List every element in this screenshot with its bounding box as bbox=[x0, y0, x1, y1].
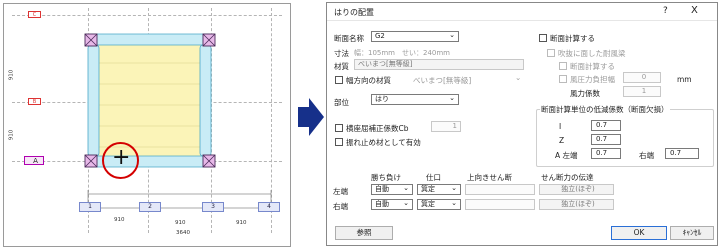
width-material-label: 幅方向の材質 bbox=[346, 76, 391, 85]
member-label: 部位 bbox=[334, 98, 349, 107]
a-left-input[interactable]: 0.7 bbox=[591, 148, 621, 159]
right-joint-value: 箕定 bbox=[421, 200, 435, 208]
dimension-label: 寸法 bbox=[334, 49, 349, 58]
chevron-down-icon: ⌄ bbox=[449, 94, 455, 102]
dialog-titlebar: はりの配置 ? X bbox=[327, 3, 717, 21]
help-button[interactable]: ? bbox=[663, 6, 668, 16]
right-arrow-icon bbox=[298, 98, 324, 136]
chevron-down-icon: ⌄ bbox=[451, 184, 457, 192]
right-win-lose-value: 自動 bbox=[375, 200, 389, 208]
right-joint-select[interactable]: 箕定 ⌄ bbox=[417, 199, 461, 210]
buckling-input[interactable]: 1 bbox=[431, 121, 461, 132]
dialog-title: はりの配置 bbox=[334, 8, 374, 17]
left-joint-value: 箕定 bbox=[421, 185, 435, 193]
reduction-group-label: 断面計算単位の低減係数（断面欠損） bbox=[540, 104, 670, 115]
i-input[interactable]: 0.7 bbox=[591, 120, 621, 131]
section-calc-label: 断面計算する bbox=[550, 34, 595, 43]
wind-coef-input[interactable]: 1 bbox=[623, 86, 661, 97]
stopper-checkbox[interactable] bbox=[335, 138, 343, 146]
a-right-label: 右端 bbox=[639, 151, 654, 160]
section-calc-checkbox[interactable] bbox=[539, 34, 547, 42]
plan-view[interactable]: C B A 910 910 + 1 2 3 4 910 910 910 3640 bbox=[3, 3, 291, 247]
close-button[interactable]: X bbox=[691, 5, 698, 16]
chevron-down-icon: ⌄ bbox=[449, 31, 455, 39]
col-tag-4[interactable]: 4 bbox=[258, 202, 280, 212]
stopper-label: 振れ止め材として有効 bbox=[346, 138, 421, 147]
dim-total: 3640 bbox=[176, 230, 190, 236]
wind-calc-label: 断面計算する bbox=[570, 62, 615, 71]
left-win-lose-select[interactable]: 自動 ⌄ bbox=[371, 184, 413, 195]
section-name-select[interactable]: G2 ⌄ bbox=[371, 31, 459, 42]
beam-placement-dialog: はりの配置 ? X 断面名称 G2 ⌄ 寸法 幅：105mm せい：240mm 材… bbox=[326, 2, 718, 246]
buckling-label: 横座屈補正係数Cb bbox=[346, 124, 409, 133]
left-shear-up-input[interactable] bbox=[465, 184, 535, 195]
chevron-down-icon: ⌄ bbox=[515, 73, 522, 82]
chevron-down-icon: ⌄ bbox=[403, 184, 409, 192]
wind-width-unit: mm bbox=[677, 75, 692, 84]
width-material-checkbox[interactable] bbox=[335, 76, 343, 84]
section-name-label: 断面名称 bbox=[334, 34, 364, 43]
crosshair-cursor-icon: + bbox=[112, 145, 131, 170]
col-tag-1[interactable]: 1 bbox=[79, 202, 101, 212]
chevron-down-icon: ⌄ bbox=[403, 199, 409, 207]
wind-beam-label: 吹抜に面した耐風梁 bbox=[558, 49, 626, 58]
dim-bottom-1: 910 bbox=[114, 217, 125, 223]
dim-bottom-3: 910 bbox=[236, 220, 247, 226]
row-right-end-label: 右端 bbox=[333, 202, 348, 211]
wind-coef-label: 風力係数 bbox=[570, 89, 600, 98]
dimension-value: 幅：105mm せい：240mm bbox=[354, 49, 450, 57]
ok-button[interactable]: OK bbox=[611, 226, 667, 240]
member-value: はり bbox=[375, 95, 389, 103]
col-tag-2[interactable]: 2 bbox=[139, 202, 161, 212]
width-material-value: べいまつ[無等級] bbox=[413, 76, 472, 85]
z-input[interactable]: 0.7 bbox=[591, 134, 621, 145]
wind-calc-checkbox[interactable] bbox=[559, 62, 567, 70]
reference-button[interactable]: 参照 bbox=[335, 226, 393, 240]
header-transfer: せん断力の伝達 bbox=[541, 173, 594, 182]
a-right-input[interactable]: 0.7 bbox=[665, 148, 699, 159]
left-win-lose-value: 自動 bbox=[375, 185, 389, 193]
left-transfer-field: 独立(ほぞ) bbox=[539, 184, 614, 195]
wind-width-input[interactable]: 0 bbox=[623, 72, 661, 83]
cancel-button[interactable]: ｷｬﾝｾﾙ bbox=[670, 226, 714, 240]
right-win-lose-select[interactable]: 自動 ⌄ bbox=[371, 199, 413, 210]
header-win-lose: 勝ち負け bbox=[371, 173, 401, 182]
wind-width-label: 風圧力負担幅 bbox=[570, 75, 615, 84]
i-label: I bbox=[559, 122, 562, 131]
header-joint: 仕口 bbox=[426, 173, 441, 182]
row-left-end-label: 左端 bbox=[333, 187, 348, 196]
material-field: べいまつ[無等級] bbox=[354, 59, 524, 70]
a-left-label: A 左端 bbox=[555, 151, 578, 160]
member-select[interactable]: はり ⌄ bbox=[371, 94, 459, 105]
header-shear-up: 上向きせん断 bbox=[467, 173, 512, 182]
right-shear-up-input[interactable] bbox=[465, 199, 535, 210]
dim-bottom-2: 910 bbox=[175, 220, 186, 226]
wind-beam-checkbox[interactable] bbox=[547, 49, 555, 57]
right-transfer-field: 独立(ほぞ) bbox=[539, 199, 614, 210]
buckling-checkbox[interactable] bbox=[335, 124, 343, 132]
chevron-down-icon: ⌄ bbox=[451, 199, 457, 207]
col-tag-3[interactable]: 3 bbox=[202, 202, 224, 212]
section-name-value: G2 bbox=[375, 32, 385, 40]
material-label: 材質 bbox=[334, 62, 349, 71]
z-label: Z bbox=[559, 136, 565, 145]
wind-width-checkbox[interactable] bbox=[559, 75, 567, 83]
left-joint-select[interactable]: 箕定 ⌄ bbox=[417, 184, 461, 195]
